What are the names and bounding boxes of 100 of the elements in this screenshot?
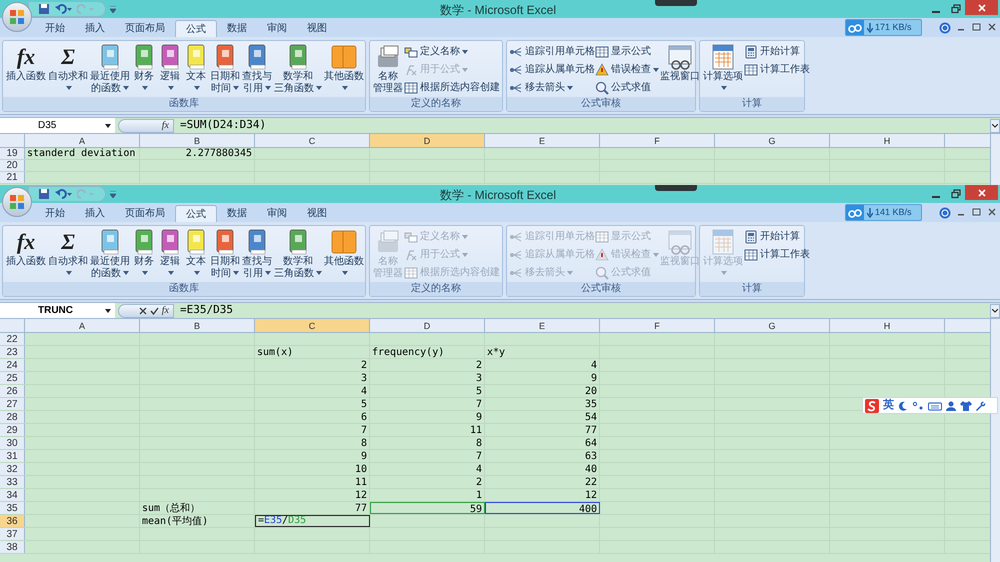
ribbon-button[interactable]: 日期和 时间 (209, 228, 241, 280)
ribbon-tab[interactable]: 数据 (217, 205, 257, 222)
insert-function-button[interactable]: fx (162, 303, 169, 318)
row-header[interactable]: 23 (0, 346, 25, 358)
ribbon-tab[interactable]: 开始 (35, 205, 75, 222)
cell-editor[interactable]: =E35/D35 (255, 515, 370, 527)
ribbon-button[interactable]: 数学和 三角函数 (273, 43, 323, 95)
ribbon-tab[interactable]: 公式 (175, 205, 217, 222)
sheet-cell: 2 (255, 359, 370, 371)
ribbon-tab[interactable]: 插入 (75, 20, 115, 37)
ribbon-tab[interactable]: 审阅 (257, 205, 297, 222)
ribbon-button[interactable]: 显示公式 (595, 43, 659, 60)
ribbon-button[interactable]: 最近使用 的函数 (89, 228, 131, 280)
ribbon-button[interactable]: 错误检查 (595, 61, 659, 78)
row-header[interactable]: 35 (0, 502, 25, 514)
ribbon-button[interactable]: 计算工作表 (744, 61, 810, 78)
ribbon-button[interactable]: 财务 (131, 228, 157, 278)
column-header[interactable]: G (715, 319, 830, 333)
download-arrow-icon (867, 208, 873, 218)
column-header[interactable]: A (25, 319, 140, 333)
ribbon-tab[interactable]: 审阅 (257, 20, 297, 37)
column-header[interactable]: B (140, 134, 255, 148)
sheet-cell: sum(x) (255, 346, 370, 358)
ribbon-tab[interactable]: 视图 (297, 205, 337, 222)
row-header[interactable]: 28 (0, 411, 25, 423)
ribbon-button[interactable]: 开始计算 (744, 43, 810, 60)
column-header[interactable]: D (370, 319, 485, 333)
ribbon-button[interactable]: 公式求值 (595, 79, 659, 96)
vertical-scrollbar[interactable] (990, 319, 1000, 562)
row-header[interactable]: 37 (0, 528, 25, 540)
ribbon-tab[interactable]: 视图 (297, 20, 337, 37)
column-header[interactable]: F (600, 319, 715, 333)
ribbon-button[interactable]: 计算工作表 (744, 246, 810, 263)
column-header[interactable]: F (600, 134, 715, 148)
ribbon-tab[interactable]: 数据 (217, 20, 257, 37)
input-mode-toggle[interactable]: 英 (883, 397, 894, 414)
row-header[interactable]: 22 (0, 333, 25, 345)
row-header[interactable]: 26 (0, 385, 25, 397)
ribbon-button[interactable]: 其他函数 (323, 228, 365, 278)
ribbon-button[interactable]: 查找与 引用 (241, 228, 273, 280)
name-box[interactable]: TRUNC (0, 303, 115, 318)
row-header[interactable]: 34 (0, 489, 25, 501)
vertical-scrollbar[interactable] (990, 134, 1000, 185)
close-button[interactable] (965, 185, 998, 200)
row-header[interactable]: 27 (0, 398, 25, 410)
ribbon-tab[interactable]: 插入 (75, 205, 115, 222)
row-header[interactable]: 21 (0, 172, 25, 183)
ribbon-button[interactable]: 名称 管理器 (372, 43, 404, 95)
ribbon-button[interactable]: 文本 (183, 228, 209, 278)
column-header[interactable]: E (485, 134, 600, 148)
ribbon-button[interactable]: 计算选项 (702, 43, 744, 93)
ribbon-button[interactable]: Σ 自动求和 (47, 228, 89, 278)
column-header[interactable]: B (140, 319, 255, 333)
ribbon-button[interactable]: 定义名称 (404, 43, 500, 60)
column-header[interactable]: E (485, 319, 600, 333)
name-box[interactable]: D35 (0, 118, 115, 133)
row-header[interactable]: 38 (0, 541, 25, 553)
ribbon-button[interactable]: fx 插入函数 (5, 228, 47, 268)
column-header[interactable]: A (25, 134, 140, 148)
office-logo-icon (9, 9, 25, 25)
column-header[interactable]: D (370, 134, 485, 148)
ribbon-tab[interactable]: 页面布局 (115, 205, 175, 222)
column-header[interactable]: H (830, 319, 945, 333)
row-header[interactable]: 30 (0, 437, 25, 449)
expand-formula-bar-button[interactable] (990, 118, 1000, 132)
ribbon-button[interactable]: 移去箭头 (509, 79, 595, 96)
ribbon-tab[interactable]: 公式 (175, 20, 217, 37)
ribbon-button[interactable]: 追踪从属单元格 (509, 61, 595, 78)
column-header[interactable]: H (830, 134, 945, 148)
ribbon-button[interactable]: 开始计算 (744, 228, 810, 245)
ribbon-button[interactable]: Σ 自动求和 (47, 43, 89, 93)
ribbon-tab[interactable]: 页面布局 (115, 20, 175, 37)
ribbon-tab[interactable]: 开始 (35, 20, 75, 37)
ribbon-button[interactable]: 根据所选内容创建 (404, 79, 500, 96)
ribbon-button[interactable]: 追踪引用单元格 (509, 43, 595, 60)
insert-function-button[interactable]: fx (162, 118, 169, 133)
row-header[interactable]: 25 (0, 372, 25, 384)
column-header[interactable]: C (255, 134, 370, 148)
row-header[interactable]: 32 (0, 463, 25, 475)
expand-formula-bar-button[interactable] (990, 304, 1000, 318)
ribbon-button[interactable]: 文本 (183, 43, 209, 93)
row-header[interactable]: 19 (0, 148, 25, 159)
row-header[interactable]: 24 (0, 359, 25, 371)
row-header[interactable]: 33 (0, 476, 25, 488)
row-header[interactable]: 29 (0, 424, 25, 436)
ribbon-button[interactable]: 逻辑 (157, 43, 183, 93)
column-header[interactable]: G (715, 134, 830, 148)
ribbon-button[interactable]: 查找与 引用 (241, 43, 273, 95)
ribbon-button[interactable]: 最近使用 的函数 (89, 43, 131, 95)
column-header[interactable]: C (255, 319, 370, 333)
ribbon-button[interactable]: 数学和 三角函数 (273, 228, 323, 280)
row-header[interactable]: 36 (0, 515, 25, 527)
row-header[interactable]: 20 (0, 160, 25, 171)
close-button[interactable] (965, 0, 998, 15)
ribbon-button[interactable]: 逻辑 (157, 228, 183, 278)
ribbon-button[interactable]: 其他函数 (323, 43, 365, 93)
ribbon-button[interactable]: fx 插入函数 (5, 43, 47, 83)
ribbon-button[interactable]: 财务 (131, 43, 157, 93)
ribbon-button[interactable]: 日期和 时间 (209, 43, 241, 95)
row-header[interactable]: 31 (0, 450, 25, 462)
